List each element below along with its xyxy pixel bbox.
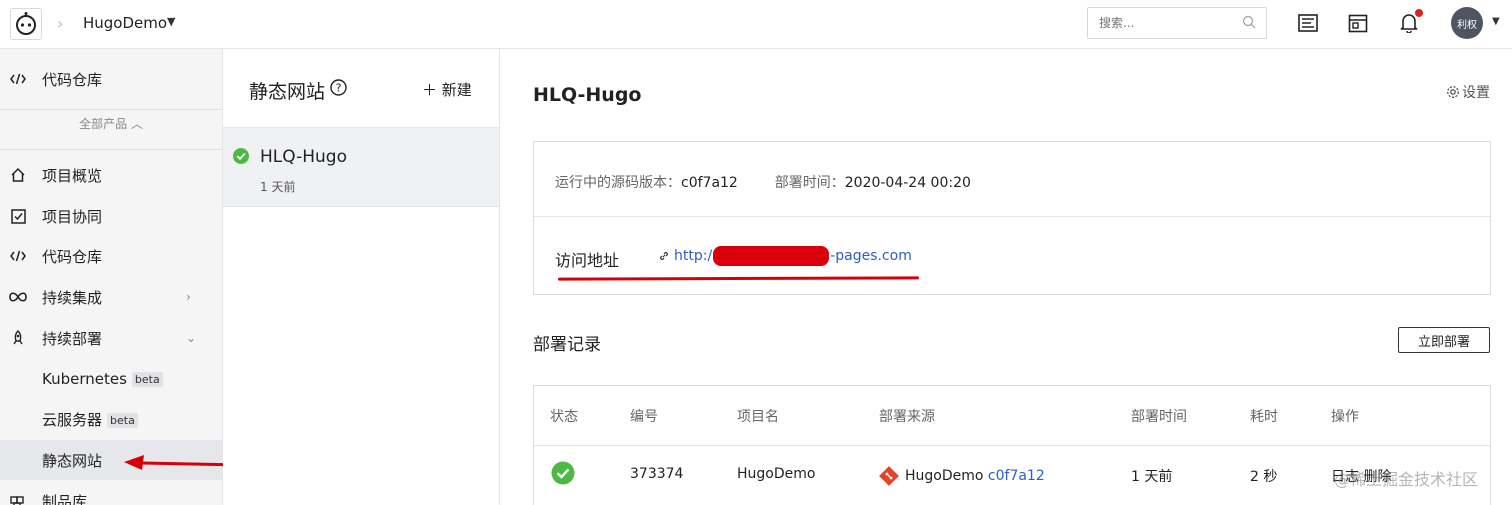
sidebar-item-artifacts[interactable]: 制品库 — [0, 481, 222, 505]
divider — [0, 109, 222, 110]
sidebar-item-cloud-server[interactable]: 云服务器 beta — [0, 399, 222, 439]
settings-button[interactable]: 设置 — [1446, 82, 1490, 102]
top-bar: › HugoDemo ▼ 利权 ▼ — [0, 0, 1512, 49]
package-icon — [9, 492, 27, 505]
deploy-source-cell: HugoDemo c0f7a12 — [879, 466, 1045, 486]
search-input[interactable] — [1099, 8, 1239, 38]
site-url-link[interactable]: http:/-pages.com — [658, 246, 912, 266]
rocket-icon — [9, 329, 27, 347]
page-title: HLQ-Hugo — [533, 84, 642, 106]
chevron-down-icon: ⌄ — [186, 331, 197, 345]
search-icon[interactable] — [1242, 15, 1256, 33]
infinity-icon — [9, 288, 27, 306]
sidebar-item-label: 项目概览 — [42, 166, 103, 185]
column-header: 编号 — [630, 409, 658, 425]
project-switcher[interactable]: HugoDemo — [83, 14, 167, 32]
deploy-time-value: 2020-04-24 00:20 — [844, 175, 971, 191]
avatar[interactable]: 利权 — [1451, 7, 1483, 39]
sidebar-item-label: 持续部署 — [42, 329, 103, 348]
sidebar-item-label: 持续集成 — [42, 288, 103, 307]
visit-address-label: 访问地址 — [555, 251, 620, 270]
code-icon — [9, 247, 27, 265]
site-list-item[interactable]: HLQ-Hugo 1 天前 — [223, 127, 499, 207]
all-products-toggle[interactable]: 全部产品 ︿ — [0, 115, 222, 132]
sidebar-item-cd[interactable]: 持续部署 ⌄ — [0, 318, 222, 358]
site-name: HLQ-Hugo — [260, 147, 347, 167]
column-header: 操作 — [1331, 409, 1359, 425]
search-box[interactable] — [1087, 7, 1267, 39]
sidebar-item-label: 代码仓库 — [42, 247, 103, 266]
sidebar-item-repo[interactable]: 代码仓库 — [0, 236, 222, 276]
column-header: 项目名 — [737, 409, 779, 425]
sidebar-item-label: 静态网站 — [42, 451, 103, 470]
notification-dot — [1415, 9, 1423, 17]
calendar-icon[interactable] — [1347, 12, 1369, 34]
plus-icon: ＋ — [422, 81, 438, 99]
column-header: 部署时间 — [1131, 409, 1187, 425]
home-icon — [9, 166, 27, 184]
redaction-mark — [713, 246, 830, 266]
sidebar: 代码仓库 全部产品 ︿ 项目概览 项目协同 代码仓库 持续集成 › 持续部署 ⌄… — [0, 49, 223, 505]
column-header: 部署来源 — [879, 409, 935, 425]
sidebar-item-label: 代码仓库 — [42, 70, 103, 89]
project-name-cell: HugoDemo — [737, 466, 816, 482]
version-value: c0f7a12 — [681, 175, 738, 191]
divider — [534, 445, 1490, 446]
deploy-records-title: 部署记录 — [533, 335, 601, 355]
sidebar-item-kubernetes[interactable]: Kubernetes beta — [0, 359, 222, 399]
sidebar-item-label: 制品库 — [42, 492, 88, 505]
watermark: @稀土掘金技术社区 — [1334, 470, 1479, 489]
static-sites-panel: 静态网站 ? ＋ 新建 HLQ-Hugo 1 天前 — [223, 49, 500, 505]
sidebar-item-label: Kubernetes — [42, 370, 127, 388]
gear-icon — [1447, 86, 1459, 98]
code-icon — [9, 70, 27, 88]
link-icon — [659, 251, 669, 261]
caret-down-icon[interactable]: ▼ — [167, 15, 175, 28]
panel-title: 静态网站 — [249, 81, 326, 103]
new-site-button[interactable]: ＋ 新建 — [422, 79, 472, 100]
svg-text:?: ? — [336, 82, 342, 95]
git-icon — [879, 466, 899, 486]
chevron-up-icon: ︿ — [130, 117, 143, 131]
column-header: 耗时 — [1250, 409, 1278, 425]
divider — [534, 216, 1490, 217]
sidebar-item-collaboration[interactable]: 项目协同 — [0, 196, 222, 236]
task-list-icon[interactable] — [1297, 12, 1319, 34]
breadcrumb-separator-icon: › — [57, 14, 64, 33]
caret-down-icon[interactable]: ▼ — [1492, 16, 1500, 27]
duration-cell: 2 秒 — [1250, 469, 1278, 485]
commit-sha-link[interactable]: c0f7a12 — [988, 468, 1045, 484]
annotation-underline — [557, 276, 920, 281]
notification-bell-icon[interactable] — [1398, 9, 1423, 34]
deploy-id[interactable]: 373374 — [630, 466, 683, 482]
sidebar-item-label: 云服务器 — [42, 410, 103, 429]
deploy-now-button[interactable]: 立即部署 — [1398, 327, 1490, 353]
deployment-info-card: 运行中的源码版本：c0f7a12 部署时间：2020-04-24 00:20 访… — [533, 141, 1491, 295]
chevron-right-icon: › — [186, 290, 191, 304]
sidebar-item-overview[interactable]: 项目概览 — [0, 155, 222, 195]
success-check-icon — [551, 461, 575, 489]
sidebar-item-ci[interactable]: 持续集成 › — [0, 277, 222, 317]
site-updated-time: 1 天前 — [260, 180, 296, 194]
divider — [0, 149, 222, 150]
checkbox-icon — [9, 207, 27, 225]
sidebar-item-label: 项目协同 — [42, 207, 103, 226]
success-check-icon — [233, 148, 249, 168]
deploy-time-cell: 1 天前 — [1131, 469, 1173, 485]
sidebar-item-repo-top[interactable]: 代码仓库 — [0, 59, 222, 99]
version-info-row: 运行中的源码版本：c0f7a12 部署时间：2020-04-24 00:20 — [555, 175, 971, 191]
help-icon[interactable]: ? — [330, 79, 347, 100]
column-header: 状态 — [550, 409, 578, 425]
coding-logo-icon[interactable] — [10, 8, 42, 40]
beta-badge: beta — [131, 372, 163, 387]
beta-badge: beta — [107, 412, 138, 428]
